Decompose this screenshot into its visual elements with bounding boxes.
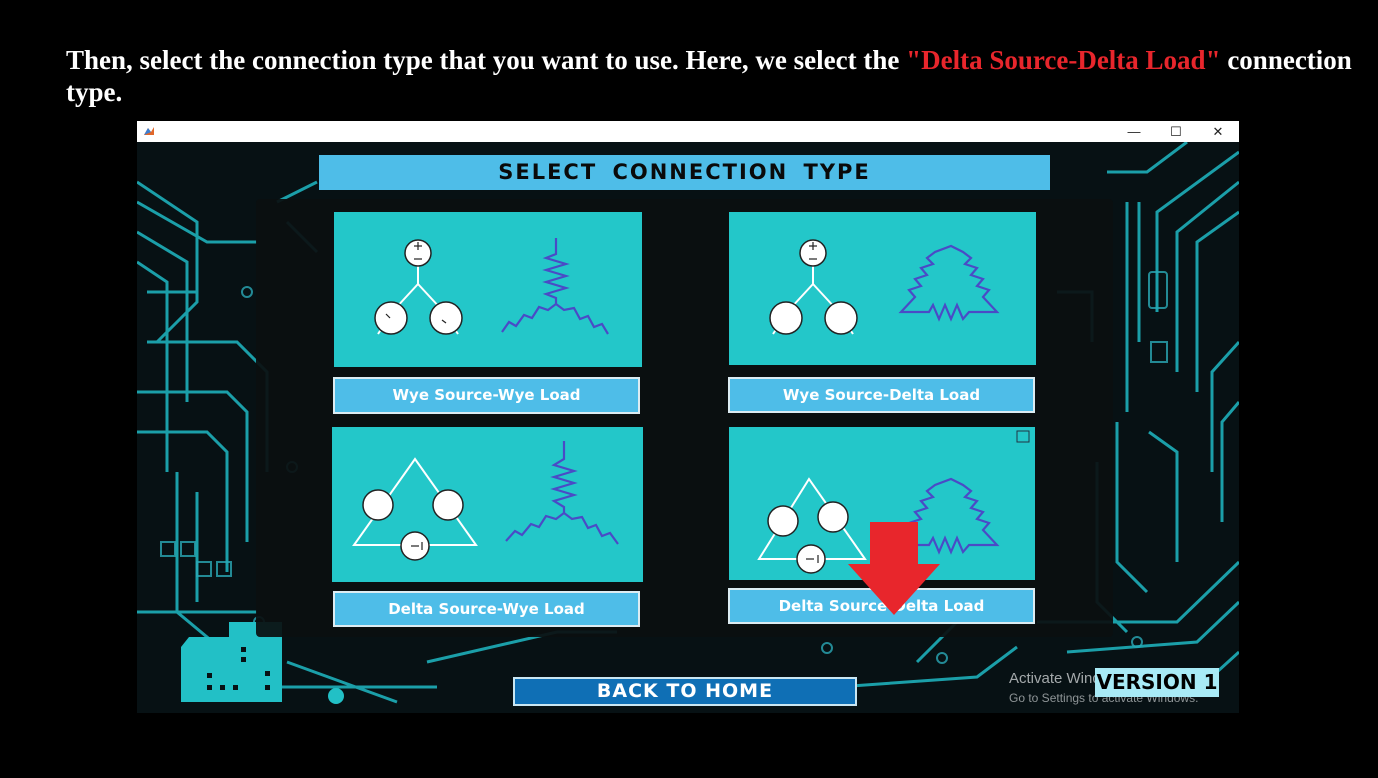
window-titlebar: — ☐ ✕ (137, 121, 1239, 142)
instruction-caption: Then, select the connection type that yo… (66, 45, 1352, 107)
delta-source-wye-load-button[interactable]: Delta Source-Wye Load (333, 591, 640, 627)
minimize-button[interactable]: — (1113, 121, 1155, 142)
page-title: SELECT CONNECTION TYPE (319, 155, 1050, 190)
wye-source-delta-load-button[interactable]: Wye Source-Delta Load (728, 377, 1035, 413)
red-down-arrow (848, 522, 940, 615)
diagram-delta-wye[interactable] (332, 427, 643, 582)
wye-delta-circuit-diagram (769, 239, 1000, 335)
maximize-button[interactable]: ☐ (1155, 121, 1197, 142)
delta-wye-circuit-diagram (352, 441, 619, 561)
caption-highlight: "Delta Source-Delta Load" (906, 45, 1221, 75)
version-label: VERSION 1 (1095, 668, 1219, 697)
back-to-home-button[interactable]: BACK TO HOME (513, 677, 857, 706)
wye-wye-circuit-diagram (374, 238, 609, 335)
matlab-figure-icon (144, 127, 154, 135)
app-window: — ☐ ✕ SELECT CONNECTION TYPE Wye Source-… (137, 121, 1239, 713)
figure-canvas: SELECT CONNECTION TYPE Wye Source-Wye Lo… (137, 142, 1239, 713)
diagram-wye-delta[interactable] (729, 212, 1036, 365)
diagram-wye-wye[interactable] (334, 212, 642, 367)
wye-source-wye-load-button[interactable]: Wye Source-Wye Load (333, 377, 640, 414)
close-button[interactable]: ✕ (1197, 121, 1239, 142)
